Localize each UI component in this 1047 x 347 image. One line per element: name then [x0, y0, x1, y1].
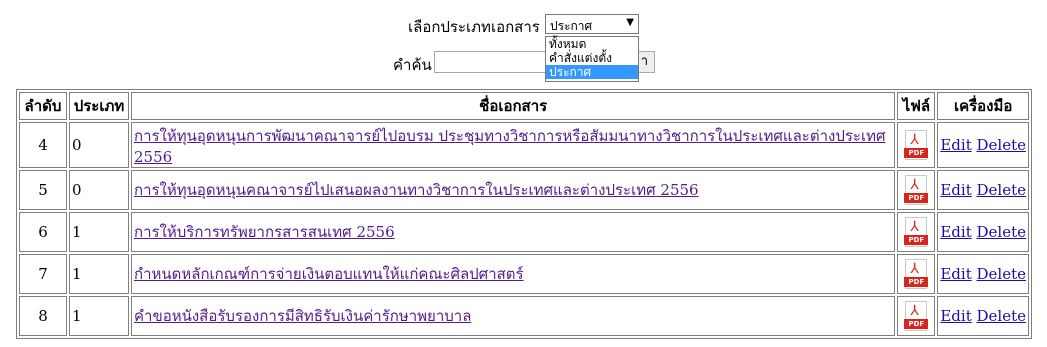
row-tools-cell: Edit Delete	[937, 122, 1029, 168]
row-file-cell: ⅄ PDF	[897, 212, 936, 252]
row-type: 0	[69, 122, 129, 168]
table-row: 6 1 การให้บริการทรัพยากรสารสนเทศ 2556 ⅄ PDF E…	[19, 212, 1029, 252]
row-number: 5	[19, 170, 67, 210]
pdf-tag: PDF	[904, 277, 929, 287]
row-tools-cell: Edit Delete	[937, 212, 1029, 252]
option-announcement[interactable]: ประกาศ	[546, 65, 638, 79]
acrobat-glyph-icon: ⅄	[910, 303, 919, 319]
delete-link[interactable]: Delete	[977, 136, 1026, 154]
row-tools-cell: Edit Delete	[937, 170, 1029, 210]
pdf-tag: PDF	[904, 319, 929, 329]
documents-table: ลำดับ ประเภท ชื่อเอกสาร ไฟล์ เครื่องมือ …	[16, 89, 1032, 339]
document-title-link[interactable]: การให้บริการทรัพยากรสารสนเทศ 2556	[134, 223, 395, 241]
document-title-link[interactable]: คำขอหนังสือรับรองการมีสิทธิรับเงินค่ารัก…	[134, 307, 471, 325]
search-label: คำค้น	[393, 56, 432, 74]
header-file: ไฟล์	[897, 92, 936, 120]
doc-type-dropdown: ทั้งหมด คำสั่งแต่งตั้ง ประกาศ	[545, 36, 639, 82]
document-title-link[interactable]: การให้ทุนอุดหนุนคณาจารย์ไปเสนอผลงานทางวิ…	[134, 181, 699, 199]
row-number: 7	[19, 254, 67, 294]
row-title-cell: กำหนดหลักเกณฑ์การจ่ายเงินตอบแทนให้แก่คณะ…	[131, 254, 896, 294]
option-appointment-order[interactable]: คำสั่งแต่งตั้ง	[546, 51, 638, 65]
edit-link[interactable]: Edit	[940, 265, 971, 283]
edit-link[interactable]: Edit	[940, 181, 971, 199]
header-type: ประเภท	[69, 92, 129, 120]
row-number: 8	[19, 296, 67, 336]
row-file-cell: ⅄ PDF	[897, 170, 936, 210]
edit-link[interactable]: Edit	[940, 136, 971, 154]
acrobat-glyph-icon: ⅄	[910, 132, 919, 148]
table-row: 7 1 กำหนดหลักเกณฑ์การจ่ายเงินตอบแทนให้แก่ค…	[19, 254, 1029, 294]
row-title-cell: การให้ทุนอุดหนุนการพัฒนาคณาจารย์ไปอบรม ป…	[131, 122, 896, 168]
doc-type-selected: ประกาศ	[550, 19, 593, 33]
pdf-file-icon[interactable]: ⅄ PDF	[904, 175, 929, 205]
row-title-cell: คำขอหนังสือรับรองการมีสิทธิรับเงินค่ารัก…	[131, 296, 896, 336]
chevron-down-icon: ▼	[626, 17, 634, 28]
row-type: 1	[69, 296, 129, 336]
row-title-cell: การให้ทุนอุดหนุนคณาจารย์ไปเสนอผลงานทางวิ…	[131, 170, 896, 210]
doc-type-label: เลือกประเภทเอกสาร	[408, 18, 540, 36]
header-tools: เครื่องมือ	[937, 92, 1029, 120]
pdf-file-icon[interactable]: ⅄ PDF	[904, 259, 929, 289]
pdf-file-icon[interactable]: ⅄ PDF	[904, 130, 929, 160]
row-file-cell: ⅄ PDF	[897, 296, 936, 336]
delete-link[interactable]: Delete	[977, 223, 1026, 241]
acrobat-glyph-icon: ⅄	[910, 261, 919, 277]
header-no: ลำดับ	[19, 92, 67, 120]
acrobat-glyph-icon: ⅄	[910, 177, 919, 193]
table-header-row: ลำดับ ประเภท ชื่อเอกสาร ไฟล์ เครื่องมือ	[19, 92, 1029, 120]
pdf-file-icon[interactable]: ⅄ PDF	[904, 217, 929, 247]
document-title-link[interactable]: กำหนดหลักเกณฑ์การจ่ายเงินตอบแทนให้แก่คณะ…	[134, 265, 524, 283]
doc-type-select[interactable]: ประกาศ ▼	[545, 14, 639, 34]
pdf-tag: PDF	[904, 235, 929, 245]
row-type: 1	[69, 212, 129, 252]
row-title-cell: การให้บริการทรัพยากรสารสนเทศ 2556	[131, 212, 896, 252]
delete-link[interactable]: Delete	[977, 307, 1026, 325]
row-file-cell: ⅄ PDF	[897, 254, 936, 294]
row-file-cell: ⅄ PDF	[897, 122, 936, 168]
pdf-file-icon[interactable]: ⅄ PDF	[904, 301, 929, 331]
document-title-link[interactable]: การให้ทุนอุดหนุนการพัฒนาคณาจารย์ไปอบรม ป…	[134, 127, 886, 166]
table-row: 4 0 การให้ทุนอุดหนุนการพัฒนาคณาจารย์ไปอบรม…	[19, 122, 1029, 168]
table-row: 8 1 คำขอหนังสือรับรองการมีสิทธิรับเงินค่าร…	[19, 296, 1029, 336]
delete-link[interactable]: Delete	[977, 181, 1026, 199]
header-title: ชื่อเอกสาร	[131, 92, 896, 120]
row-tools-cell: Edit Delete	[937, 254, 1029, 294]
edit-link[interactable]: Edit	[940, 307, 971, 325]
edit-link[interactable]: Edit	[940, 223, 971, 241]
acrobat-glyph-icon: ⅄	[910, 219, 919, 235]
row-tools-cell: Edit Delete	[937, 296, 1029, 336]
row-type: 0	[69, 170, 129, 210]
table-row: 5 0 การให้ทุนอุดหนุนคณาจารย์ไปเสนอผลงานทาง…	[19, 170, 1029, 210]
delete-link[interactable]: Delete	[977, 265, 1026, 283]
pdf-tag: PDF	[904, 193, 929, 203]
row-number: 4	[19, 122, 67, 168]
pdf-tag: PDF	[904, 148, 929, 158]
row-type: 1	[69, 254, 129, 294]
row-number: 6	[19, 212, 67, 252]
option-all[interactable]: ทั้งหมด	[546, 37, 638, 51]
